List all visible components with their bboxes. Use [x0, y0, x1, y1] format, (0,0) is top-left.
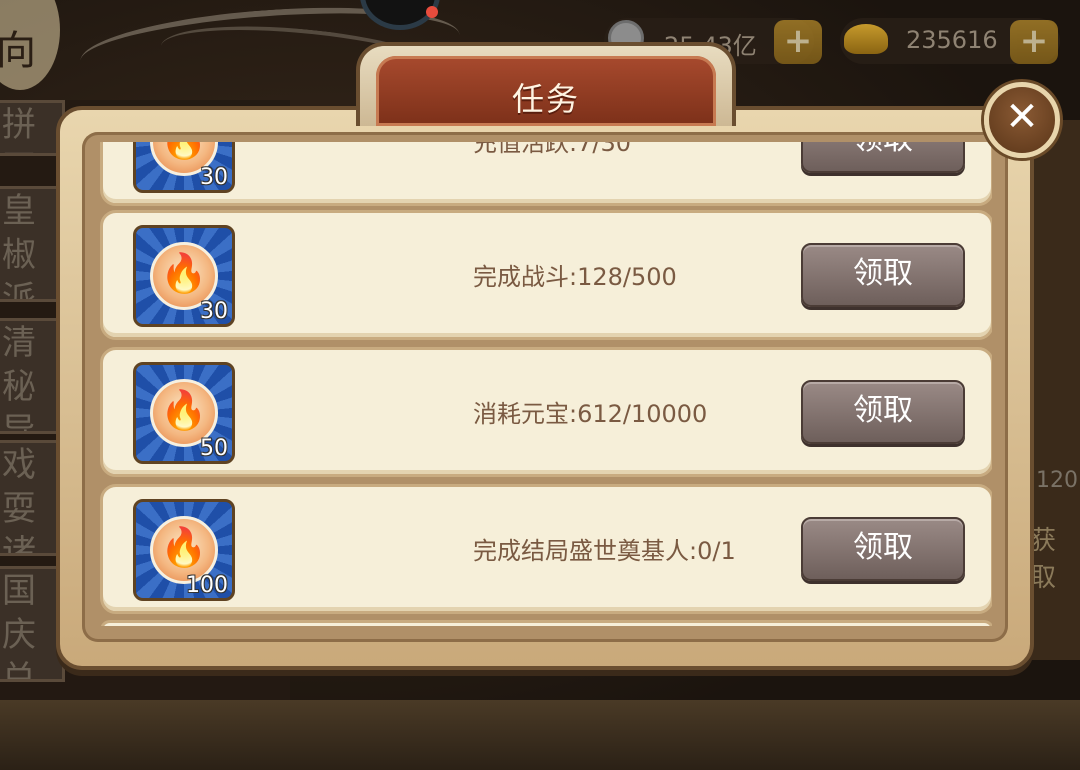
reward-count: 30 [200, 165, 228, 190]
task-description: 充值活跃:7/30 [473, 142, 631, 157]
reward-count: 100 [186, 573, 228, 598]
ingot-icon [844, 24, 888, 54]
task-row [100, 620, 992, 626]
task-row: 🔥 30 充值活跃:7/30 领取 [100, 142, 992, 206]
ingots-amount: 235616 [906, 26, 998, 54]
title-banner-inner: 任务 [376, 56, 716, 126]
task-reward-icon: 🔥 30 [133, 142, 235, 193]
task-reward-icon: 🔥 50 [133, 362, 235, 464]
bottom-wave-decoration [0, 700, 1080, 770]
task-reward-icon: 🔥 100 [133, 499, 235, 601]
background-title: 向 [0, 28, 36, 74]
task-dialog-title-banner: 任务 [356, 42, 736, 126]
task-description: 完成战斗:128/500 [473, 263, 677, 291]
task-description: 消耗元宝:612/10000 [473, 400, 708, 428]
reward-count: 50 [200, 436, 228, 461]
right-panel-label[interactable]: 获取 [1030, 520, 1080, 594]
close-button[interactable]: ✕ [984, 82, 1060, 158]
task-row: 🔥 30 完成战斗:128/500 领取 [100, 210, 992, 340]
task-row: 🔥 50 消耗元宝:612/10000 领取 [100, 347, 992, 477]
right-panel-number: 120 [1036, 468, 1078, 493]
claim-button[interactable]: 领取 [801, 380, 965, 444]
claim-button[interactable]: 领取 [801, 517, 965, 581]
task-row: 🔥 100 完成结局盛世奠基人:0/1 领取 [100, 484, 992, 614]
task-reward-icon: 🔥 30 [133, 225, 235, 327]
claim-button[interactable]: 领取 [801, 243, 965, 307]
close-icon: ✕ [1005, 94, 1039, 140]
claim-button[interactable]: 领取 [801, 142, 965, 173]
dialog-title: 任务 [511, 80, 580, 118]
task-list[interactable]: 🔥 30 充值活跃:7/30 领取 🔥 30 完成战斗:128/500 领取 🔥… [100, 142, 992, 626]
add-ingots-button[interactable]: + [1010, 20, 1058, 64]
add-coins-button[interactable]: + [774, 20, 822, 64]
reward-count: 30 [200, 299, 228, 324]
notification-dot [426, 6, 438, 18]
task-description: 完成结局盛世奠基人:0/1 [473, 537, 736, 565]
